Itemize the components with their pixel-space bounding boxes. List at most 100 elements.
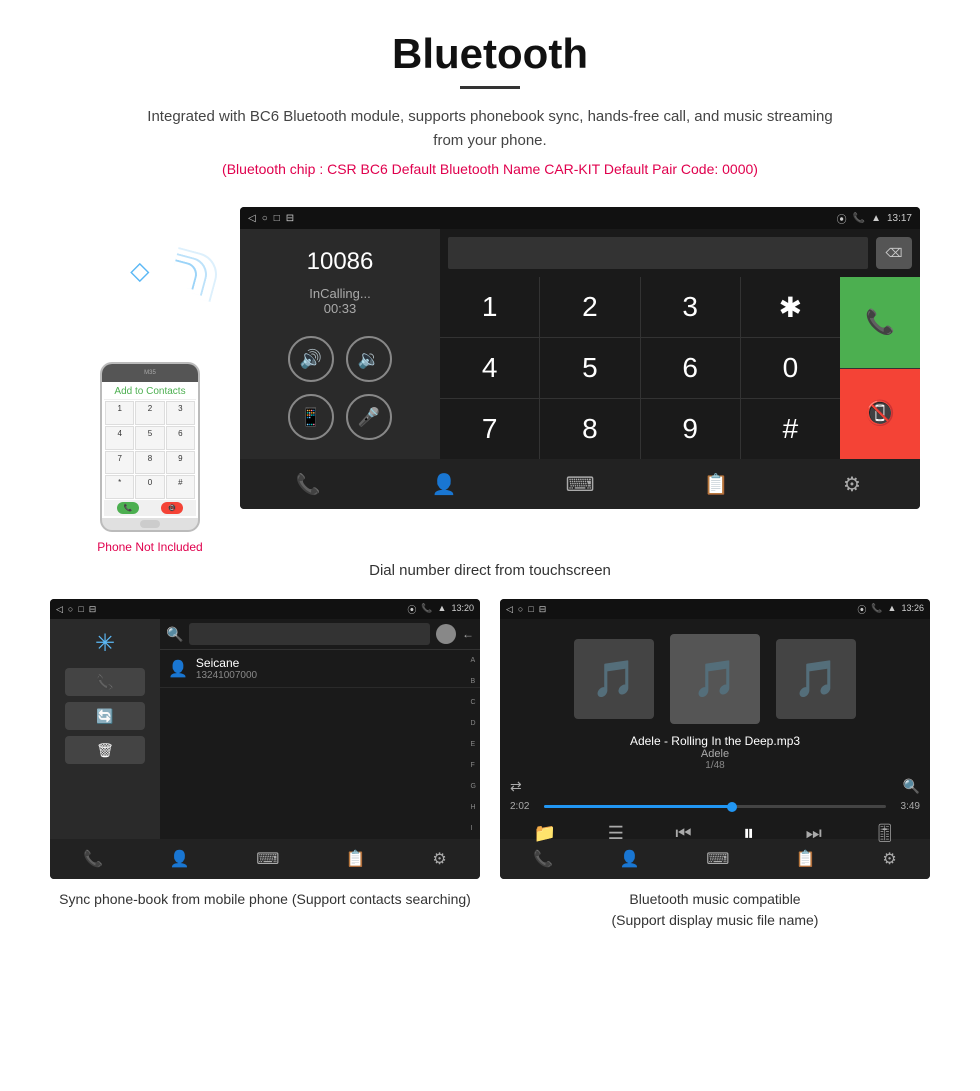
pb-menu-icon: ⊟ [89, 604, 97, 615]
volume-down-button[interactable]: 🔉 [346, 336, 392, 382]
pb-nav-settings-icon[interactable]: ⚙ [432, 849, 446, 869]
dialer-delete-button[interactable]: ⌫ [876, 237, 912, 269]
music-artist: Adele [510, 748, 920, 760]
music-shuffle-icon[interactable]: ⇄ [510, 778, 522, 795]
title-underline [460, 86, 520, 89]
page-header: Bluetooth Integrated with BC6 Bluetooth … [0, 0, 980, 207]
transfer-call-button[interactable]: 📱 [288, 394, 334, 440]
music-progress-bar[interactable] [544, 805, 886, 808]
key-7[interactable]: 7 [440, 399, 539, 459]
location-icon: ⦿ [837, 211, 847, 226]
pb-sync-button[interactable]: 🔄 [65, 702, 145, 730]
pb-contact-name: Seicane [196, 656, 257, 670]
pb-alpha-g[interactable]: G [471, 783, 476, 790]
menu-nav-icon: ⊟ [286, 213, 294, 224]
key-0[interactable]: 0 [741, 338, 840, 398]
phonebook-item: ◁ ○ □ ⊟ ⦿ 📞 ▲ 13:20 ✳ 📞 🔄 [50, 599, 480, 931]
dialer-control-row-1: 🔊 🔉 [288, 336, 392, 382]
pb-alphabet-rail: A B C D E F G H I [471, 650, 476, 839]
key-2[interactable]: 2 [540, 277, 639, 337]
music-play-pause-icon[interactable]: ⏸ [743, 820, 754, 846]
music-nav-keypad-icon[interactable]: ⌨ [706, 849, 729, 869]
pb-nav-call-icon[interactable]: 📞 [83, 849, 103, 869]
key-1[interactable]: 1 [440, 277, 539, 337]
end-call-button[interactable]: 📵 [840, 369, 920, 460]
bluetooth-logo-icon: ⬦ [130, 255, 150, 288]
music-nav-contacts-icon[interactable]: 👤 [620, 849, 640, 869]
music-next-icon[interactable]: ⏭ [806, 823, 822, 844]
android-dialer-container: ◁ ○ □ ⊟ ⦿ 📞 ▲ 13:17 10086 InCalling... [240, 207, 920, 509]
pb-nav-transfer-icon[interactable]: 📋 [346, 849, 366, 869]
pb-phone-button[interactable]: 📞 [65, 668, 145, 696]
key-3[interactable]: 3 [641, 277, 740, 337]
statusbar-left: ◁ ○ □ ⊟ [248, 213, 294, 224]
key-star[interactable]: ✱ [741, 277, 840, 337]
pb-alpha-i[interactable]: I [471, 825, 476, 832]
phone-key-0: 0 [135, 475, 164, 499]
wifi-icon: ▲ [871, 213, 881, 224]
recents-nav-icon: □ [274, 213, 280, 224]
nav-contacts-icon[interactable]: 👤 [419, 464, 469, 504]
pb-recents-icon: □ [78, 604, 83, 615]
music-nav-call-icon[interactable]: 📞 [533, 849, 553, 869]
phone-key-2: 2 [135, 401, 164, 425]
music-equalizer-icon[interactable]: 🎚 [873, 823, 896, 844]
phone-key-1: 1 [105, 401, 134, 425]
back-nav-icon: ◁ [248, 213, 256, 224]
phone-screen: Add to Contacts 1 2 3 4 5 6 7 8 9 * 0 # … [102, 382, 198, 518]
dialer-input-field[interactable] [448, 237, 868, 269]
nav-transfer-icon[interactable]: 📋 [691, 464, 741, 504]
music-note-icon-right: 🎵 [794, 658, 839, 700]
pb-back-arrow[interactable]: ← [462, 627, 474, 641]
music-back-icon: ◁ [506, 604, 513, 615]
key-5[interactable]: 5 [540, 338, 639, 398]
pb-delete-button[interactable]: 🗑 [65, 736, 145, 764]
pb-contact-item[interactable]: 👤 Seicane 13241007000 [160, 650, 480, 688]
music-folder-icon[interactable]: 📁 [534, 823, 556, 844]
music-nav-settings-icon[interactable]: ⚙ [882, 849, 896, 869]
pb-alpha-b[interactable]: B [471, 678, 476, 685]
key-6[interactable]: 6 [641, 338, 740, 398]
music-nav-transfer-icon[interactable]: 📋 [796, 849, 816, 869]
pb-nav-keypad-icon[interactable]: ⌨ [256, 849, 279, 869]
pb-alpha-c[interactable]: C [471, 699, 476, 706]
mute-button[interactable]: 🎤 [346, 394, 392, 440]
pb-nav-contacts-icon[interactable]: 👤 [170, 849, 190, 869]
home-nav-icon: ○ [262, 213, 268, 224]
key-4[interactable]: 4 [440, 338, 539, 398]
call-button[interactable]: 📞 [840, 277, 920, 368]
nav-call-transfer-icon[interactable]: 📞 [283, 464, 333, 504]
pb-alpha-h[interactable]: H [471, 804, 476, 811]
music-album-art-center: 🎵 [670, 634, 760, 724]
music-caption: Bluetooth music compatible(Support displ… [612, 889, 819, 931]
music-statusbar: ◁ ○ □ ⊟ ⦿ 📞 ▲ 13:26 [500, 599, 930, 619]
pb-alpha-d[interactable]: D [471, 720, 476, 727]
music-call-icon: 📞 [871, 603, 882, 616]
statusbar-right: ⦿ 📞 ▲ 13:17 [837, 211, 912, 226]
music-note-icon-left: 🎵 [592, 658, 637, 700]
nav-settings-icon[interactable]: ⚙ [827, 464, 877, 504]
pb-alpha-f[interactable]: F [471, 762, 476, 769]
phone-illustration: ⬦ M35 Add to Contacts 1 2 3 4 5 6 7 8 [60, 207, 240, 554]
android-bottom-nav: 📞 👤 ⌨ 📋 ⚙ [240, 459, 920, 509]
key-8[interactable]: 8 [540, 399, 639, 459]
phone-key-6: 6 [166, 426, 195, 450]
music-current-time: 2:02 [510, 801, 538, 812]
music-prev-icon[interactable]: ⏮ [675, 823, 691, 844]
key-9[interactable]: 9 [641, 399, 740, 459]
pb-search-field[interactable] [189, 623, 430, 645]
music-search-icon[interactable]: 🔍 [903, 778, 920, 795]
phone-number-display: Add to Contacts [104, 384, 196, 400]
volume-up-button[interactable]: 🔊 [288, 336, 334, 382]
pb-alpha-e[interactable]: E [471, 741, 476, 748]
pb-statusbar: ◁ ○ □ ⊟ ⦿ 📞 ▲ 13:20 [50, 599, 480, 619]
nav-keypad-icon[interactable]: ⌨ [555, 464, 605, 504]
pb-location-icon: ⦿ [407, 603, 416, 616]
dialer-controls: 🔊 🔉 📱 🎤 [288, 336, 392, 440]
pb-alpha-a[interactable]: A [471, 657, 476, 664]
key-hash[interactable]: # [741, 399, 840, 459]
page-title: Bluetooth [20, 30, 960, 78]
phone-end-button: 📵 [161, 502, 183, 514]
music-playlist-icon[interactable]: ☰ [608, 823, 624, 844]
pb-statusbar-right: ⦿ 📞 ▲ 13:20 [407, 603, 474, 616]
